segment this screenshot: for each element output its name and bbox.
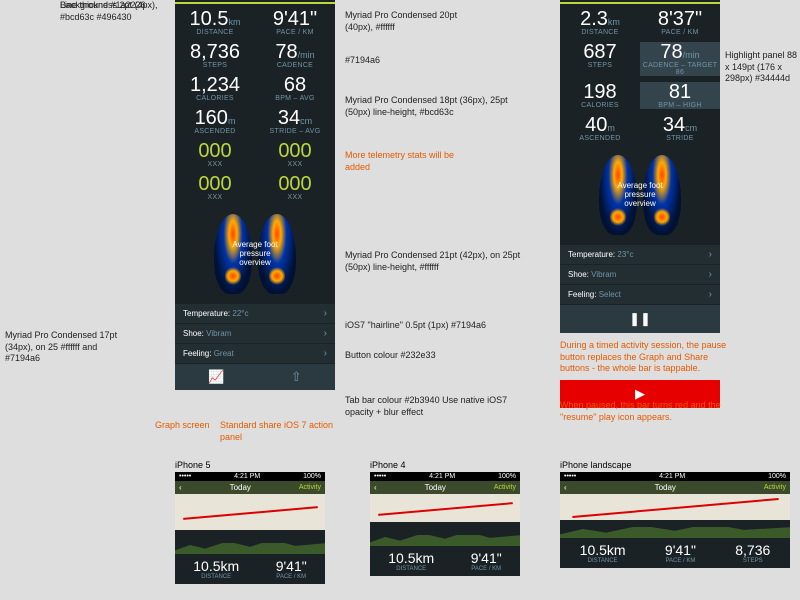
anno: When paused, this bar turns red and the … bbox=[560, 400, 730, 423]
anno: Tab bar colour #2b3940 Use native iOS7 o… bbox=[345, 395, 515, 418]
chevron-right-icon: › bbox=[324, 328, 327, 339]
anno: Myriad Pro Condensed 20pt (40px), #fffff… bbox=[345, 10, 465, 33]
mini-landscape: iPhone landscape •••••4:21 PM100% ‹Today… bbox=[560, 460, 790, 568]
foot-pressure: Average foot pressure overview bbox=[175, 204, 335, 304]
row-feeling[interactable]: Feeling: Great› bbox=[175, 344, 335, 364]
anno: Background #1a2226 bbox=[60, 0, 146, 12]
metric-cadence: 78/minCADENCE bbox=[255, 42, 335, 69]
anno: #7194a6 bbox=[345, 55, 380, 67]
metric-steps: 8,736STEPS bbox=[175, 42, 255, 69]
anno: Standard share iOS 7 action panel bbox=[220, 420, 340, 443]
tab-bar: 📈 ⇧ bbox=[175, 364, 335, 390]
pause-bar[interactable]: ❚❚ bbox=[560, 305, 720, 333]
back-icon: ‹ bbox=[179, 483, 182, 492]
metric-stride: 34cmSTRIDE – avg bbox=[255, 108, 335, 135]
anno: Myriad Pro Condensed 21pt (42px), on 25p… bbox=[345, 250, 525, 273]
pause-icon: ❚❚ bbox=[629, 311, 651, 326]
row-temperature[interactable]: Temperature: 22°c› bbox=[175, 304, 335, 324]
mini-iphone5: iPhone 5 •••••4:21 PM100% ‹TodayActivity… bbox=[175, 460, 325, 584]
metric-pace: 9'41"PACE / km bbox=[255, 9, 335, 36]
anno: Myriad Pro Condensed 18pt (36px), 25pt (… bbox=[345, 95, 525, 118]
share-icon[interactable]: ⇧ bbox=[291, 369, 302, 385]
anno: During a timed activity session, the pau… bbox=[560, 340, 730, 375]
chevron-right-icon: › bbox=[324, 348, 327, 359]
anno: Button colour #232e33 bbox=[345, 350, 436, 362]
phone-main: 10.5kmDISTANCE 9'41"PACE / km 8,736STEPS… bbox=[175, 0, 335, 390]
metric-ascended: 160mASCENDED bbox=[175, 108, 255, 135]
chevron-right-icon: › bbox=[324, 308, 327, 319]
anno: Myriad Pro Condensed 17pt (34px), on 25 … bbox=[5, 330, 125, 365]
anno: Highlight panel 88 x 149pt (176 x 298px)… bbox=[725, 50, 800, 85]
play-icon: ▶ bbox=[635, 386, 645, 401]
anno: Graph screen bbox=[155, 420, 210, 432]
mini-iphone4: iPhone 4 •••••4:21 PM100% ‹TodayActivity… bbox=[370, 460, 520, 576]
highlight-cadence: 78/minCADENCE – target 86 bbox=[640, 42, 720, 76]
metric-bpm: 68BPM – avg bbox=[255, 75, 335, 102]
row-shoe[interactable]: Shoe: Vibram› bbox=[175, 324, 335, 344]
phone-session: 2.3kmDISTANCE 8'37"PACE / km 687STEPS 78… bbox=[560, 0, 720, 333]
metric-distance: 10.5kmDISTANCE bbox=[175, 9, 255, 36]
anno: iOS7 "hairline" 0.5pt (1px) #7194a6 bbox=[345, 320, 486, 332]
metric-calories: 1,234CALORIES bbox=[175, 75, 255, 102]
anno: More telemetry stats will be added bbox=[345, 150, 465, 173]
graph-icon[interactable]: 📈 bbox=[208, 369, 224, 385]
